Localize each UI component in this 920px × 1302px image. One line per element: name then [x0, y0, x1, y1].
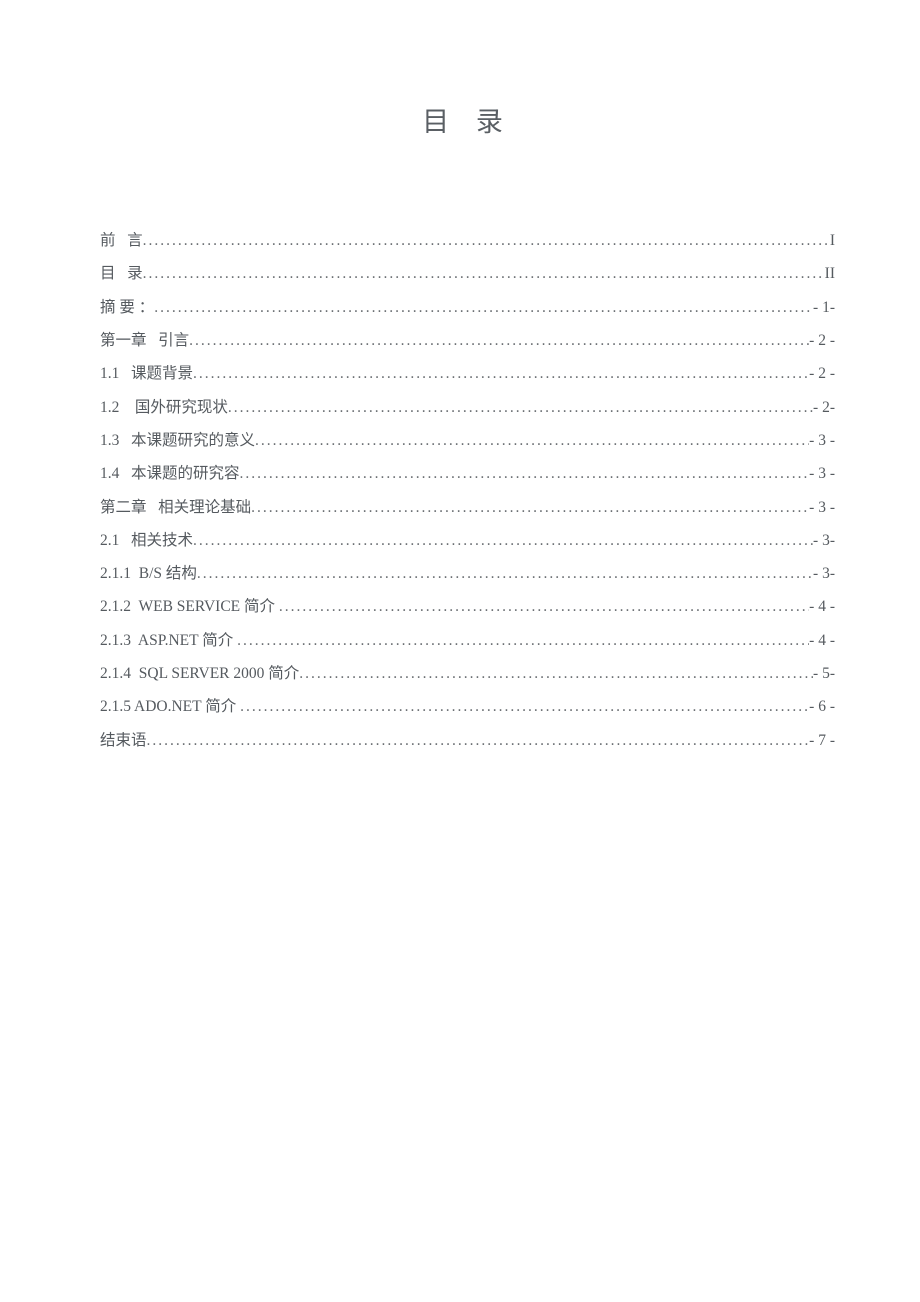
toc-entry: 前 言 ....................................… [100, 224, 835, 257]
toc-dot-leader: ........................................… [240, 690, 809, 723]
toc-entry-label: 1.1 课题背景 [100, 357, 193, 390]
toc-dot-leader: ........................................… [237, 624, 809, 657]
page-title: 目 录 [100, 100, 835, 139]
toc-entry-page: - 2 - [809, 357, 835, 390]
toc-dot-leader: ........................................… [193, 524, 813, 557]
toc-entry: 摘 要 ： ..................................… [100, 291, 835, 324]
toc-entry: 第二章 相关理论基础 .............................… [100, 491, 835, 524]
toc-entry-label: 第一章 引言 [100, 324, 189, 357]
toc-dot-leader: ........................................… [240, 457, 810, 490]
toc-entry-page: - 4 - [809, 624, 835, 657]
toc-entry: 2.1.2 WEB SERVICE 简介 ...................… [100, 590, 835, 623]
toc-entry-label: 2.1 相关技术 [100, 524, 193, 557]
toc-entry-page: - 2 - [809, 324, 835, 357]
toc-entry: 目 录 ....................................… [100, 257, 835, 290]
toc-entry-label: 2.1.1 B/S 结构 [100, 557, 197, 590]
toc-entry: 第一章 引言 .................................… [100, 324, 835, 357]
toc-entry: 1.4 本课题的研究容 ............................… [100, 457, 835, 490]
toc-entry-page: - 7 - [809, 724, 835, 757]
toc-entry: 1.3 本课题研究的意义 ...........................… [100, 424, 835, 457]
toc-entry-label: 2.1.5 ADO.NET 简介 [100, 690, 240, 723]
toc-dot-leader: ........................................… [197, 557, 813, 590]
toc-entry-label: 摘 要 ： [100, 291, 154, 324]
toc-dot-leader: ........................................… [193, 357, 809, 390]
toc-entry-label: 1.4 本课题的研究容 [100, 457, 240, 490]
toc-entry-page: - 1- [813, 291, 835, 324]
toc-dot-leader: ........................................… [279, 590, 809, 623]
toc-entry-page: - 5- [813, 657, 835, 690]
toc-entry-label: 2.1.2 WEB SERVICE 简介 [100, 590, 279, 623]
toc-entry: 2.1 相关技术 ...............................… [100, 524, 835, 557]
toc-entry: 1.2 国外研究现状 .............................… [100, 391, 835, 424]
toc-entry-page: I [830, 224, 835, 257]
toc-entry-page: - 3 - [809, 424, 835, 457]
table-of-contents: 前 言 ....................................… [100, 224, 835, 757]
toc-entry-page: II [825, 257, 835, 290]
toc-entry-page: - 3 - [809, 491, 835, 524]
toc-entry-label: 结束语 [100, 724, 147, 757]
toc-entry-page: - 2- [813, 391, 835, 424]
toc-dot-leader: ........................................… [228, 391, 813, 424]
toc-dot-leader: ........................................… [299, 657, 813, 690]
toc-entry: 2.1.4 SQL SERVER 2000 简介 ...............… [100, 657, 835, 690]
toc-entry: 2.1.5 ADO.NET 简介 .......................… [100, 690, 835, 723]
toc-dot-leader: ........................................… [143, 257, 825, 290]
toc-entry-label: 第二章 相关理论基础 [100, 491, 251, 524]
toc-entry-label: 前 言 [100, 224, 143, 257]
toc-dot-leader: ........................................… [147, 724, 810, 757]
toc-dot-leader: ........................................… [189, 324, 809, 357]
toc-dot-leader: ........................................… [251, 491, 809, 524]
toc-entry: 2.1.3 ASP.NET 简介 .......................… [100, 624, 835, 657]
toc-entry-label: 2.1.4 SQL SERVER 2000 简介 [100, 657, 299, 690]
toc-dot-leader: ........................................… [255, 424, 809, 457]
toc-entry-page: - 3- [813, 557, 835, 590]
toc-entry-page: - 3- [813, 524, 835, 557]
toc-entry: 2.1.1 B/S 结构 ...........................… [100, 557, 835, 590]
toc-entry: 结束语 ....................................… [100, 724, 835, 757]
toc-entry-label: 1.2 国外研究现状 [100, 391, 228, 424]
toc-entry-label: 2.1.3 ASP.NET 简介 [100, 624, 237, 657]
toc-dot-leader: ........................................… [154, 291, 813, 324]
toc-entry-page: - 3 - [809, 457, 835, 490]
toc-entry-label: 目 录 [100, 257, 143, 290]
toc-entry-label: 1.3 本课题研究的意义 [100, 424, 255, 457]
toc-entry-page: - 6 - [809, 690, 835, 723]
toc-entry-page: - 4 - [809, 590, 835, 623]
toc-dot-leader: ........................................… [143, 224, 830, 257]
toc-entry: 1.1 课题背景 ...............................… [100, 357, 835, 390]
